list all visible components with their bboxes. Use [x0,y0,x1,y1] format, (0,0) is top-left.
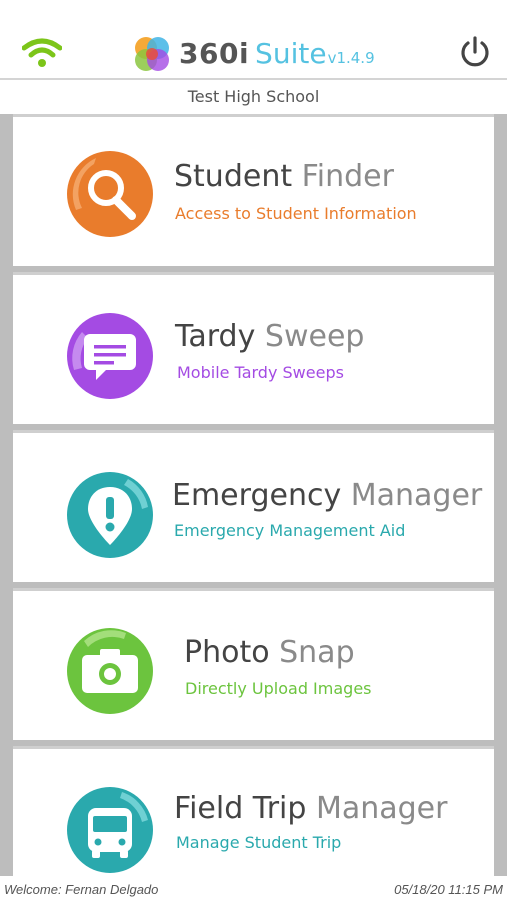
app-header: 360i Suite v1.4.9 [0,0,507,80]
power-icon[interactable] [458,35,492,69]
card-title: Student Finder [174,159,394,194]
card-title: Field Trip Manager [174,791,448,826]
magnifier-icon [67,151,153,237]
wifi-icon [22,38,62,67]
card-subtitle: Mobile Tardy Sweeps [177,363,344,382]
suite-logo-icon [135,37,169,71]
emergency-manager-card[interactable]: Emergency Manager Emergency Management A… [13,430,494,582]
camera-icon [67,628,153,714]
card-title: Tardy Sweep [175,319,365,354]
app-version: v1.4.9 [327,49,375,67]
photo-snap-card[interactable]: Photo Snap Directly Upload Images [13,588,494,740]
card-subtitle: Emergency Management Aid [174,521,406,540]
module-list: Student Finder Access to Student Informa… [0,114,507,876]
chat-note-icon [67,313,153,399]
alert-pin-icon [67,472,153,558]
welcome-text: Welcome: Fernan Delgado [4,882,159,897]
card-title: Emergency Manager [172,478,483,513]
brand-360: 360i [179,37,250,70]
card-subtitle: Access to Student Information [175,204,417,223]
school-name: Test High School [0,80,507,114]
card-subtitle: Manage Student Trip [176,833,342,852]
timestamp: 05/18/20 11:15 PM [394,882,503,897]
field-trip-manager-card[interactable]: Field Trip Manager Manage Student Trip [13,746,494,876]
status-footer: Welcome: Fernan Delgado 05/18/20 11:15 P… [0,876,507,900]
card-title: Photo Snap [184,635,355,670]
brand-suite: Suite [255,37,327,70]
tardy-sweep-card[interactable]: Tardy Sweep Mobile Tardy Sweeps [13,272,494,424]
card-subtitle: Directly Upload Images [185,679,372,698]
bus-icon [67,787,153,873]
app-brand: 360i Suite v1.4.9 [133,31,375,73]
student-finder-card[interactable]: Student Finder Access to Student Informa… [13,114,494,266]
